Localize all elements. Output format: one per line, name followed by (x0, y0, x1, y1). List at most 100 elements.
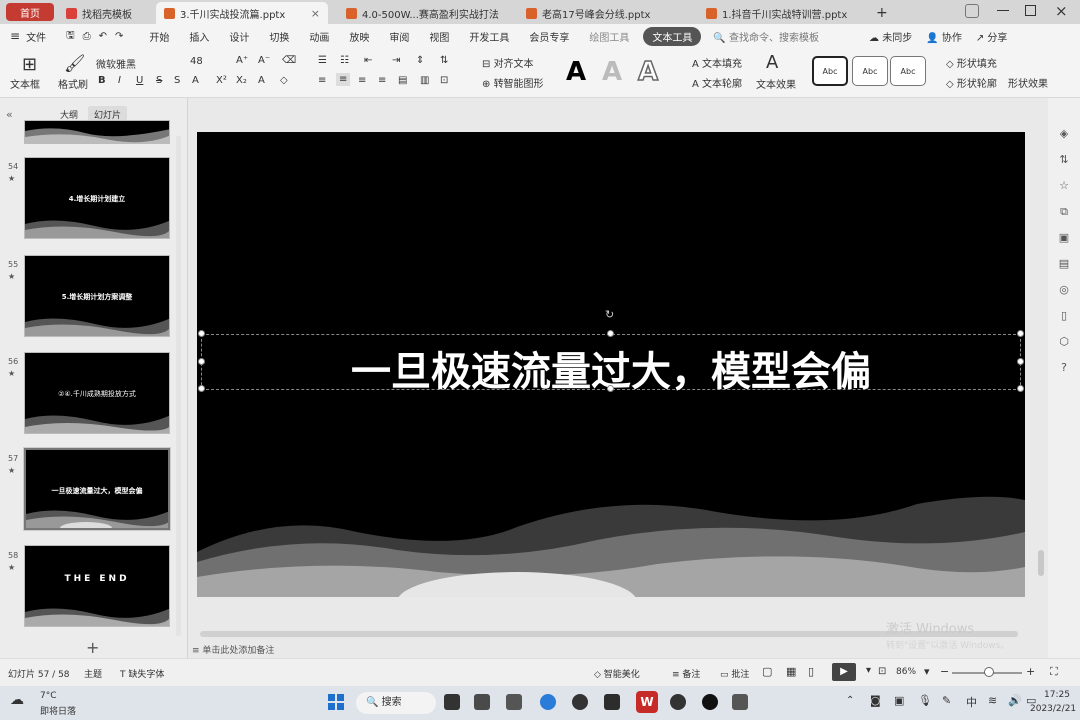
textbox-button[interactable]: 文本框 (10, 76, 40, 91)
app-icon-recorder[interactable] (702, 694, 718, 710)
wps-icon[interactable]: W (636, 691, 658, 713)
ime-indicator[interactable]: 中 (966, 694, 977, 710)
underline-icon[interactable]: U (136, 75, 143, 86)
slide-thumbnail-57[interactable]: 一旦极速流量过大，模型会偏 (23, 447, 171, 531)
slide-thumbnail-56[interactable]: ②④.千川成熟期投放方式 (24, 352, 170, 434)
format-painter-button[interactable]: 格式刷 (58, 76, 88, 91)
tab-document[interactable]: 1.抖音千川实战特训营.pptx (698, 2, 858, 24)
location-icon[interactable]: ◎ (1058, 284, 1070, 296)
sync-status[interactable]: ☁ 未同步 (869, 29, 912, 44)
slide-thumbnail-54[interactable]: 4.增长期计划建立 (24, 157, 170, 239)
shape-effect-button[interactable]: 形状效果 (1008, 75, 1048, 90)
redo-icon[interactable]: ↷ (115, 31, 123, 42)
text-outline-button[interactable]: A 文本轮廓 (692, 75, 742, 90)
search-command[interactable]: 🔍 查找命令、搜索模板 (713, 29, 819, 44)
indent-icon[interactable]: ⇤ (364, 55, 372, 66)
menu-slideshow[interactable]: 放映 (349, 29, 369, 44)
current-slide[interactable]: 一旦极速流量过大，模型会偏 ↻ (197, 132, 1025, 597)
hamburger-icon[interactable]: ≡ (10, 29, 20, 43)
taskbar-search[interactable]: 🔍 搜索 (356, 692, 436, 714)
zoom-in-icon[interactable]: + (1026, 665, 1035, 678)
text-style-outline[interactable]: A (637, 56, 659, 88)
app-icon-media[interactable] (670, 694, 686, 710)
text-direction-icon[interactable]: ⇅ (440, 55, 448, 66)
slide-thumbnail-58[interactable]: THE END (24, 545, 170, 627)
comment-button[interactable]: ▭ 批注 (720, 667, 749, 680)
menu-developer[interactable]: 开发工具 (469, 29, 509, 44)
subscript-icon[interactable]: X₂ (236, 75, 247, 86)
align-text-button[interactable]: ⊟ 对齐文本 (482, 55, 534, 70)
window-layout-icon[interactable] (965, 4, 979, 18)
minimize-icon[interactable] (997, 10, 1009, 11)
print-icon[interactable]: ⎙ (83, 31, 91, 42)
normal-view-icon[interactable]: ▢ (762, 665, 772, 678)
shape-fill-button[interactable]: ◇ 形状填充 (946, 55, 997, 70)
tray-app-icon[interactable]: ◙ (870, 694, 881, 707)
shape-style-3[interactable]: Abc (890, 56, 926, 86)
text-layout-icon[interactable]: ⊡ (440, 75, 448, 86)
close-window-icon[interactable]: × (1055, 2, 1068, 20)
numbering-icon[interactable]: ☷ (340, 55, 349, 66)
font-color-icon[interactable]: A (192, 75, 199, 86)
text-effect-button[interactable]: 文本效果 (756, 76, 796, 91)
maximize-icon[interactable] (1025, 5, 1036, 16)
bold-icon[interactable]: B (98, 75, 106, 86)
resize-handle[interactable] (198, 330, 205, 337)
outdent-icon[interactable]: ⇥ (392, 55, 400, 66)
menu-insert[interactable]: 插入 (189, 29, 209, 44)
superscript-icon[interactable]: X² (216, 75, 227, 86)
tab-document[interactable]: 老高17号峰会分线.pptx (518, 2, 688, 24)
menu-transition[interactable]: 切换 (269, 29, 289, 44)
add-slide-button[interactable]: + (86, 638, 99, 657)
clock-time[interactable]: 17:25 (1044, 690, 1070, 700)
align-right-icon[interactable]: ≡ (358, 75, 366, 86)
font-size-select[interactable]: 48 (190, 56, 230, 67)
app-icon-misc[interactable] (732, 694, 748, 710)
windows-start-icon[interactable] (328, 694, 344, 710)
shape-style-1[interactable]: Abc (812, 56, 848, 86)
book-icon[interactable]: ▯ (1058, 310, 1070, 322)
align-left-icon[interactable]: ≡ (318, 75, 326, 86)
align-center-icon[interactable]: ≡ (336, 73, 351, 86)
resize-handle[interactable] (198, 358, 205, 365)
line-spacing-icon[interactable]: ⇕ (416, 55, 424, 66)
zoom-out-icon[interactable]: − (940, 665, 949, 678)
image-icon[interactable]: ▣ (1058, 232, 1070, 244)
wifi-icon[interactable]: ≋ (988, 694, 997, 707)
zoom-dropdown-icon[interactable]: ▾ (924, 665, 930, 678)
app-icon-circle[interactable] (572, 694, 588, 710)
home-tab[interactable]: 首页 (6, 3, 54, 21)
tab-document[interactable]: 4.0-500W...赛高盈利实战打法 (338, 2, 500, 24)
cube-icon[interactable]: ⬡ (1058, 336, 1070, 348)
strikethrough-icon[interactable]: S (156, 75, 162, 86)
font-name-select[interactable]: 微软雅黑 (96, 56, 176, 71)
menu-animation[interactable]: 动画 (309, 29, 329, 44)
resize-handle[interactable] (198, 385, 205, 392)
play-slideshow-icon[interactable]: ▶ (832, 663, 856, 681)
text-fill-button[interactable]: A 文本填充 (692, 55, 742, 70)
resize-handle[interactable] (607, 330, 614, 337)
shape-outline-button[interactable]: ◇ 形状轮廓 (946, 75, 997, 90)
menu-file[interactable]: 文件 (26, 29, 46, 44)
show-hidden-icons[interactable]: ⌃ (846, 695, 854, 706)
tab-template[interactable]: 找稻壳模板 (58, 2, 150, 24)
app-icon-dark[interactable] (604, 694, 620, 710)
copy-icon[interactable]: ⧉ (1058, 206, 1070, 218)
new-tab-button[interactable]: + (868, 2, 888, 24)
text-style-gray[interactable]: A (602, 57, 622, 87)
text-style-solid[interactable]: A (566, 57, 586, 87)
adjust-icon[interactable]: ⇅ (1058, 154, 1070, 166)
shadow-icon[interactable]: S (174, 75, 180, 86)
grow-font-icon[interactable]: A⁺ (236, 55, 248, 66)
weather-temp[interactable]: 7°C (40, 691, 57, 701)
menu-text-tools[interactable]: 文本工具 (643, 26, 702, 46)
slide-thumbnail-53[interactable] (24, 120, 170, 144)
missing-font-button[interactable]: T 缺失字体 (120, 667, 164, 680)
menu-member[interactable]: 会员专享 (529, 29, 569, 44)
resize-handle[interactable] (1017, 358, 1024, 365)
help-icon[interactable]: ? (1058, 362, 1070, 374)
distribute-icon[interactable]: ▤ (398, 75, 407, 86)
slide-thumbnail-55[interactable]: 5.增长期计划方案调整 (24, 255, 170, 337)
save-icon[interactable]: 🖫 (66, 28, 75, 45)
theme-button[interactable]: 主题 (84, 667, 102, 680)
